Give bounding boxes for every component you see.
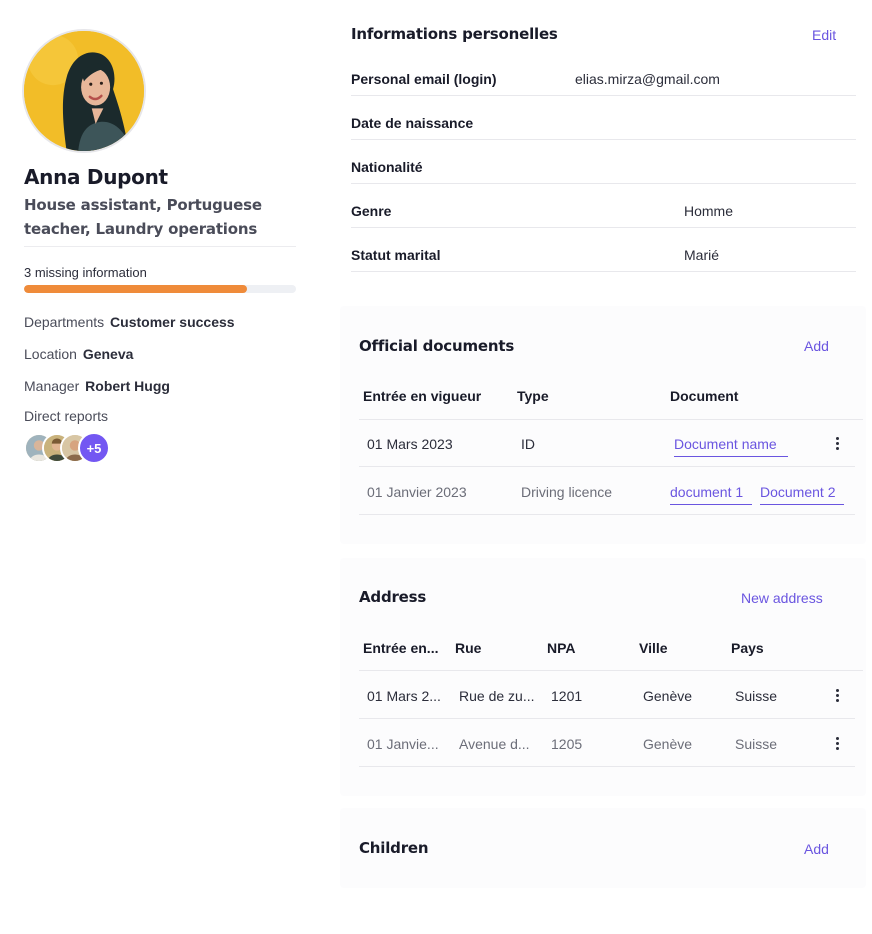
manager-row: Manager Robert Hugg bbox=[24, 378, 170, 394]
missing-info-progress bbox=[24, 285, 296, 293]
addr-rue: Avenue d... bbox=[459, 736, 530, 752]
doc-col-type[interactable]: Type bbox=[517, 388, 549, 404]
direct-reports-label: Direct reports bbox=[24, 408, 109, 424]
addr-col-ville[interactable]: Ville bbox=[639, 640, 668, 656]
addr-ville: Genève bbox=[643, 688, 693, 704]
doc-date: 01 Janvier 2023 bbox=[367, 484, 467, 500]
row-divider bbox=[351, 139, 856, 140]
marital-status-value: Marié bbox=[684, 247, 720, 263]
gender-value: Homme bbox=[684, 203, 734, 219]
row-divider bbox=[351, 95, 856, 96]
progress-fill bbox=[24, 285, 248, 293]
direct-reports-avatars[interactable]: +5 bbox=[24, 432, 110, 465]
more-reports-badge[interactable]: +5 bbox=[78, 432, 110, 464]
nationality-label: Nationalité bbox=[351, 159, 423, 175]
departments-row: Departments Customer success bbox=[24, 314, 235, 330]
row-divider bbox=[359, 466, 855, 467]
manager-label: Manager bbox=[24, 378, 80, 394]
row-menu-icon[interactable] bbox=[831, 436, 843, 452]
address-title: Address bbox=[359, 588, 427, 606]
document-link[interactable]: Document 2 bbox=[760, 484, 844, 505]
email-label: Personal email (login) bbox=[351, 71, 497, 87]
profile-avatar[interactable] bbox=[22, 29, 146, 153]
gender-label: Genre bbox=[351, 203, 392, 219]
document-link[interactable]: document 1 bbox=[670, 484, 752, 505]
addr-pays: Suisse bbox=[735, 688, 778, 704]
avatar-photo bbox=[24, 31, 144, 151]
profile-job-title: House assistant, Portuguese teacher, Lau… bbox=[24, 196, 262, 238]
documents-title: Official documents bbox=[359, 337, 515, 355]
doc-date: 01 Mars 2023 bbox=[367, 436, 453, 452]
marital-status-label: Statut marital bbox=[351, 247, 441, 263]
row-divider bbox=[359, 718, 855, 719]
doc-col-document[interactable]: Document bbox=[670, 388, 738, 404]
addr-npa: 1205 bbox=[551, 736, 583, 752]
departments-label: Departments bbox=[24, 314, 105, 330]
row-menu-icon[interactable] bbox=[831, 736, 843, 752]
addr-col-pays[interactable]: Pays bbox=[731, 640, 764, 656]
document-link[interactable]: Document name bbox=[674, 436, 788, 457]
location-label: Location bbox=[24, 346, 77, 362]
addr-col-rue[interactable]: Rue bbox=[455, 640, 481, 656]
email-value: elias.mirza@gmail.com bbox=[575, 71, 720, 87]
profile-divider bbox=[24, 246, 296, 247]
doc-type: ID bbox=[521, 436, 535, 452]
add-document-link[interactable]: Add bbox=[804, 338, 829, 354]
row-divider bbox=[359, 766, 855, 767]
table-header-divider bbox=[359, 670, 863, 671]
departments-value: Customer success bbox=[110, 314, 235, 330]
birthdate-label: Date de naissance bbox=[351, 115, 474, 131]
edit-personal-link[interactable]: Edit bbox=[812, 27, 836, 43]
addr-npa: 1201 bbox=[551, 688, 583, 704]
doc-col-date[interactable]: Entrée en vigueur bbox=[363, 388, 481, 404]
addr-date: 01 Mars 2... bbox=[367, 688, 441, 704]
addr-pays: Suisse bbox=[735, 736, 778, 752]
addr-date: 01 Janvie... bbox=[367, 736, 439, 752]
profile-name: Anna Dupont bbox=[24, 165, 168, 189]
new-address-link[interactable]: New address bbox=[741, 590, 823, 606]
addr-ville: Genève bbox=[643, 736, 693, 752]
location-row: Location Geneva bbox=[24, 346, 133, 362]
addr-rue: Rue de zu... bbox=[459, 688, 535, 704]
location-value: Geneva bbox=[82, 346, 134, 362]
manager-value[interactable]: Robert Hugg bbox=[85, 378, 170, 394]
row-menu-icon[interactable] bbox=[831, 688, 843, 704]
row-divider bbox=[351, 271, 856, 272]
table-header-divider bbox=[359, 419, 863, 420]
missing-info-text[interactable]: 3 missing information bbox=[24, 265, 147, 280]
row-divider bbox=[351, 227, 856, 228]
add-child-link[interactable]: Add bbox=[804, 841, 829, 857]
doc-type: Driving licence bbox=[521, 484, 613, 500]
addr-col-date[interactable]: Entrée en... bbox=[363, 640, 438, 656]
row-divider bbox=[351, 183, 856, 184]
addr-col-npa[interactable]: NPA bbox=[547, 640, 576, 656]
children-title: Children bbox=[359, 839, 429, 857]
row-divider bbox=[359, 514, 855, 515]
personal-info-title: Informations personelles bbox=[351, 25, 558, 43]
